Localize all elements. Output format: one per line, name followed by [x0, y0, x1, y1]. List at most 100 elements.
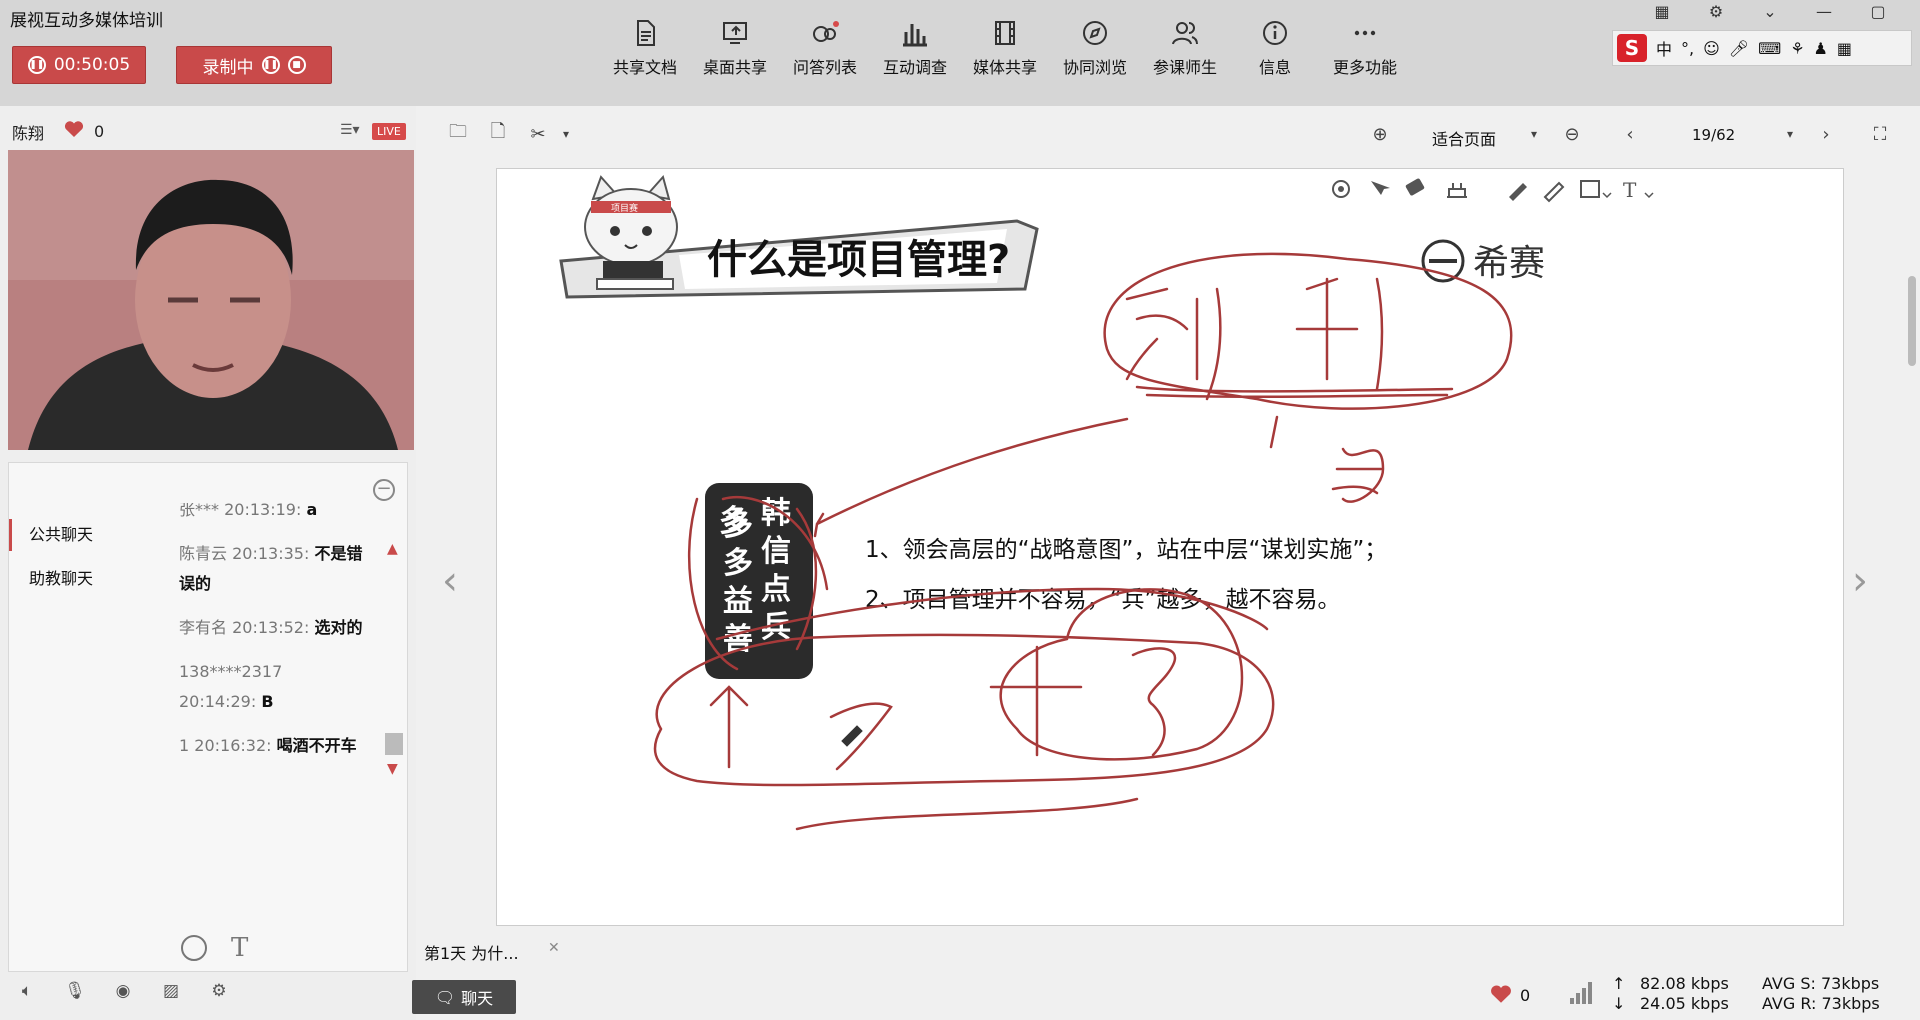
new-page-icon[interactable]: 🗋	[484, 120, 512, 148]
tool-label: 参课师生	[1152, 58, 1217, 77]
brand-name: 希赛	[1473, 243, 1545, 284]
stats-likes: 0	[1520, 986, 1531, 1005]
record-button[interactable]: 录制中 ❚❚ ■	[176, 46, 332, 84]
tool-more[interactable]: 更多功能	[1320, 18, 1410, 78]
chat-message-list[interactable]: 张*** 20:13:19: a 陈青云 20:13:35: 不是错误的 李有名…	[179, 503, 369, 903]
tool-desktop-share[interactable]: 桌面共享	[690, 18, 780, 78]
slide-graphics: T 项目赛 什么是项目管理? 希赛 多 多 多 益 善 韩 信 点 兵 1、领会…	[559, 173, 1841, 831]
text-tool-icon[interactable]: T	[1623, 178, 1637, 202]
presenter-header: 陈翔 0 ☰▾ LIVE	[0, 106, 416, 148]
apps-grid-icon[interactable]: ▦	[1837, 39, 1852, 58]
collapse-icon[interactable]: −	[373, 479, 395, 501]
minimize-icon[interactable]: —	[1812, 0, 1836, 22]
left-panel: 陈翔 0 ☰▾ LIVE − 公共聊天 助教聊天 张*** 20:13:19: …	[0, 106, 416, 1020]
tool-label: 共享文档	[612, 58, 677, 77]
tool-media-share[interactable]: 媒体共享	[960, 18, 1050, 78]
presenter-likes: 0	[94, 122, 105, 141]
next-slide-arrow-icon[interactable]: ›	[1852, 558, 1868, 604]
speaker-icon[interactable]: 🔈︎	[14, 978, 40, 1004]
record-pause-icon[interactable]: ❚❚	[261, 56, 280, 74]
scissors-icon[interactable]: ✂	[524, 120, 552, 148]
ime-mode[interactable]: 中	[1656, 36, 1672, 60]
chat-panel: − 公共聊天 助教聊天 张*** 20:13:19: a 陈青云 20:13:3…	[8, 462, 408, 972]
slide-canvas[interactable]: T 项目赛 什么是项目管理? 希赛 多 多 多 益 善 韩 信 点 兵 1、领会…	[496, 168, 1844, 926]
microphone-icon[interactable]: 🎤︎	[1729, 39, 1749, 58]
skin-shirt-icon[interactable]: ♟	[1814, 39, 1828, 58]
avg-send-rate: AVG S: 73kbps	[1762, 974, 1880, 993]
timer-button[interactable]: ❚❚ 00:50:05	[12, 46, 146, 84]
page-dropdown-icon[interactable]: ▾	[1776, 120, 1804, 148]
next-page-icon[interactable]: ›	[1812, 120, 1840, 148]
scroll-up-icon[interactable]: ▲	[387, 541, 398, 557]
tool-label: 协同浏览	[1062, 58, 1127, 77]
annotation-toolbar[interactable]: T	[1311, 173, 1841, 207]
tool-qa-list[interactable]: 问答列表	[780, 18, 870, 78]
heart-icon[interactable]	[64, 120, 84, 138]
sogou-logo-icon[interactable]: S	[1617, 34, 1647, 62]
upload-arrow-icon: ↑	[1612, 974, 1626, 993]
badge-left-char-2: 多	[723, 546, 753, 581]
tool-label: 桌面共享	[702, 58, 767, 77]
desktop-share-icon	[723, 22, 747, 44]
record-stop-icon[interactable]: ■	[287, 56, 306, 74]
settings-icon[interactable]: ⚙	[1704, 0, 1728, 22]
scissors-dropdown-icon[interactable]: ▾	[552, 120, 580, 148]
tab-assistant-chat[interactable]: 助教聊天	[9, 557, 155, 601]
tool-label: 问答列表	[792, 58, 857, 77]
toolbox-icon[interactable]: ⚘	[1790, 39, 1804, 58]
folder-icon[interactable]: 🗀	[444, 120, 472, 148]
chat-toggle-label: 聊天	[461, 989, 494, 1008]
image-icon[interactable]: ▨	[158, 978, 184, 1004]
fullscreen-icon[interactable]: ⛶	[1866, 120, 1894, 148]
qa-list-icon	[813, 21, 839, 42]
text-format-icon[interactable]: T	[231, 933, 248, 963]
presenter-video[interactable]	[8, 150, 414, 450]
ime-punct[interactable]: °,	[1681, 39, 1694, 58]
chat-message: 李有名 20:13:52: 选对的	[179, 618, 363, 637]
tool-label: 互动调查	[882, 58, 947, 77]
zoom-select[interactable]: 适合页面	[1432, 126, 1496, 150]
chat-scrollbar-thumb[interactable]	[385, 733, 403, 755]
chat-message: 陈青云 20:13:35: 不是错误的	[179, 544, 363, 593]
slide-scrollbar[interactable]	[1908, 276, 1916, 366]
tool-co-browse[interactable]: 协同浏览	[1050, 18, 1140, 78]
badge-right-char-3: 点	[761, 572, 791, 607]
keyboard-icon[interactable]: ⌨	[1758, 39, 1781, 58]
chat-message: 138****2317 20:14:29: B	[179, 662, 283, 711]
scroll-down-icon[interactable]: ▼	[387, 761, 398, 777]
record-label: 录制中	[202, 57, 254, 78]
emoji-icon[interactable]	[181, 935, 207, 961]
smiley-icon[interactable]: ☺	[1703, 39, 1720, 58]
previous-slide-arrow-icon[interactable]: ‹	[442, 558, 458, 604]
tool-shared-doc[interactable]: 共享文档	[600, 18, 690, 78]
slide-title: 什么是项目管理?	[707, 237, 1010, 283]
tool-participants[interactable]: 参课师生	[1140, 18, 1230, 78]
zoom-in-icon[interactable]: ⊕	[1366, 120, 1394, 148]
tab-close-icon[interactable]: ✕	[548, 940, 560, 956]
heart-icon[interactable]	[1490, 984, 1512, 1004]
camera-icon[interactable]: ◉	[110, 978, 136, 1004]
window-controls: ▦ ⚙ ⌄ — ▢ ✕	[1650, 0, 1920, 22]
video-menu-icon[interactable]: ☰▾	[340, 122, 360, 138]
chevron-down-icon[interactable]: ⌄	[1758, 0, 1782, 22]
zoom-out-icon[interactable]: ⊖	[1558, 120, 1586, 148]
settings-gear-icon[interactable]: ⚙	[206, 978, 232, 1004]
presenter-name: 陈翔	[12, 124, 45, 143]
compass-icon	[1083, 21, 1107, 45]
chat-toggle-button[interactable]: 🗨︎ 聊天	[412, 980, 516, 1014]
tab-public-chat[interactable]: 公共聊天	[9, 513, 155, 557]
grid-icon[interactable]: ▦	[1650, 0, 1674, 22]
document-tab[interactable]: 第1天 为什...	[424, 940, 519, 964]
brand-logo: 希赛	[1421, 239, 1545, 284]
tool-label: 媒体共享	[972, 58, 1037, 77]
microphone-icon[interactable]: 🎙︎	[62, 978, 88, 1004]
svg-text:项目赛: 项目赛	[611, 202, 638, 214]
prev-page-icon[interactable]: ‹	[1616, 120, 1644, 148]
page-indicator[interactable]: 19/62	[1692, 126, 1735, 144]
chat-message: 张*** 20:13:19: a	[179, 503, 318, 519]
tool-survey[interactable]: 互动调查	[870, 18, 960, 78]
tool-info[interactable]: 信息	[1230, 18, 1320, 78]
upload-rate: 82.08 kbps	[1640, 974, 1729, 993]
zoom-dropdown-icon[interactable]: ▾	[1520, 120, 1548, 148]
maximize-icon[interactable]: ▢	[1866, 0, 1890, 22]
